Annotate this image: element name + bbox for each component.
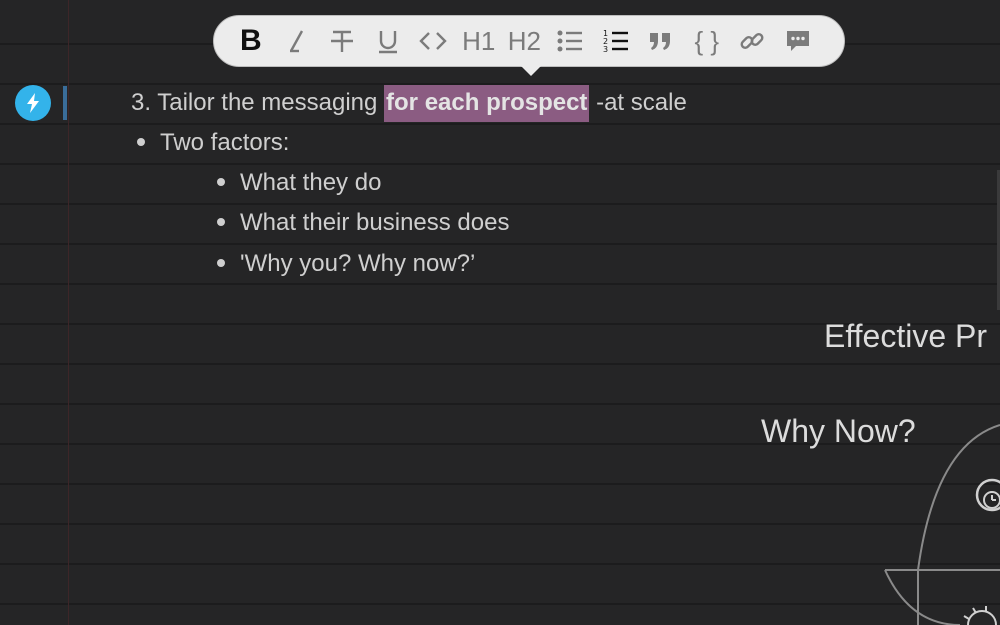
sub-bullet-text: What their business does [240,209,510,236]
strikethrough-icon [330,30,353,52]
code-block-button[interactable]: { } [684,21,730,61]
item-text: 3. Tailor the messaging [131,89,385,116]
numbered-item-3[interactable]: 3. Tailor the messaging for each prospec… [131,85,687,122]
quote-icon [650,33,671,50]
inline-code-icon [419,32,447,50]
selected-text[interactable]: for each prospect [384,85,590,122]
bold-icon: B [239,24,262,57]
bullet-dot [137,137,145,146]
underline-button[interactable] [365,21,411,61]
lightning-icon [27,93,39,113]
sun-icon [963,606,997,625]
slide-title: Effective Pr [824,318,988,354]
code-block-icon: { } [694,25,720,56]
quote-button[interactable] [638,21,684,61]
bullet-list-icon [557,30,582,52]
sub-bullet-item[interactable]: 'Why you? Why now?’ [217,249,475,279]
underline-icon [378,31,397,54]
heading1-icon: H1 [462,25,496,56]
bullet-dot [217,258,225,267]
numbered-list-icon: 123 [603,29,628,54]
inline-code-button[interactable] [410,21,456,61]
clock-bell-icon [975,478,1000,512]
bold-button[interactable]: B [228,21,274,61]
heading2-icon: H2 [507,25,541,56]
bullet-dot [217,217,225,226]
sub-bullet-text: What they do [240,169,382,196]
sub-bullet-text: 'Why you? Why now?’ [240,250,476,277]
bullet-item[interactable]: Two factors: [137,128,289,158]
italic-icon [290,30,304,53]
comment-icon [786,31,809,51]
item-text-suffix: -at scale [589,89,687,116]
bullet-list-button[interactable] [547,21,593,61]
heading1-button[interactable]: H1 [456,21,502,61]
comment-button[interactable] [775,21,821,61]
numbered-list-button[interactable]: 123 [593,21,639,61]
slide-illustration [884,424,1000,625]
page-margin-line [68,0,69,625]
strikethrough-button[interactable] [319,21,365,61]
formatting-toolbar: B H1 H2 123 { } [213,15,845,76]
link-icon [740,33,764,49]
sub-bullet-item[interactable]: What their business does [217,208,509,238]
svg-text:3: 3 [603,45,608,54]
active-line-indicator [63,86,67,120]
quick-action-button[interactable] [15,85,51,121]
bullet-dot [217,177,225,186]
heading2-button[interactable]: H2 [502,21,548,61]
link-button[interactable] [730,21,776,61]
sub-bullet-item[interactable]: What they do [217,168,381,198]
italic-button[interactable] [274,21,320,61]
bullet-text: Two factors: [160,129,290,156]
